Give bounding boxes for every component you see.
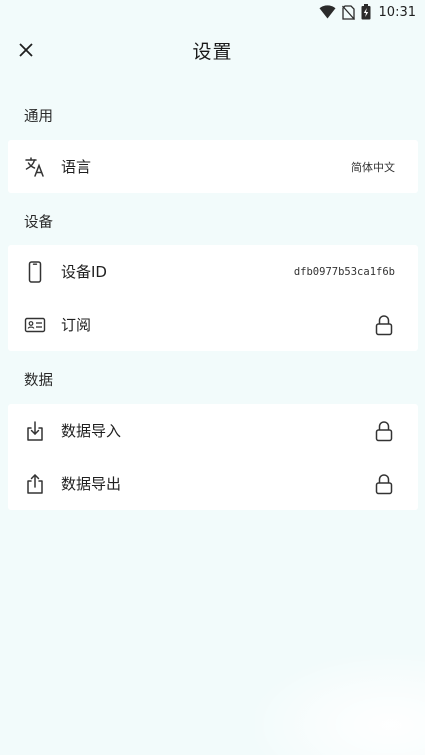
card-device: 设备ID dfb0977b53ca1f6b 订阅 — [8, 245, 418, 351]
battery-charging-icon — [361, 4, 371, 20]
settings-item-label: 数据导出 — [61, 475, 122, 493]
settings-item-label: 设备ID — [61, 263, 107, 281]
lock-icon — [374, 314, 394, 336]
wifi-icon — [319, 5, 336, 19]
section-header-general: 通用 — [24, 109, 53, 125]
settings-item-data-import[interactable]: 数据导入 — [8, 404, 418, 457]
phone-icon — [24, 260, 46, 283]
status-time: 10:31 — [378, 4, 416, 20]
settings-screen: 10:31 设置 通用 语言 简体中文 设备 设备ID dfb0977b53ca… — [0, 0, 425, 755]
background-glow — [255, 655, 425, 755]
translate-icon — [24, 156, 46, 178]
settings-item-device-id[interactable]: 设备ID dfb0977b53ca1f6b — [8, 245, 418, 298]
lock-icon — [374, 420, 394, 442]
export-icon — [24, 473, 46, 495]
settings-item-label: 订阅 — [61, 316, 92, 334]
status-bar: 10:31 — [0, 0, 425, 24]
language-value: 简体中文 — [351, 160, 395, 174]
card-general: 语言 简体中文 — [8, 140, 418, 193]
no-sim-icon — [341, 4, 355, 20]
settings-item-data-export[interactable]: 数据导出 — [8, 457, 418, 510]
section-header-device: 设备 — [24, 215, 53, 231]
import-icon — [24, 420, 46, 442]
settings-item-label: 语言 — [61, 158, 92, 176]
app-bar: 设置 — [0, 24, 425, 76]
settings-item-language[interactable]: 语言 简体中文 — [8, 140, 418, 193]
device-id-value: dfb0977b53ca1f6b — [293, 265, 395, 278]
settings-item-label: 数据导入 — [61, 422, 122, 440]
settings-item-subscription[interactable]: 订阅 — [8, 298, 418, 351]
id-card-icon — [24, 314, 46, 336]
page-title: 设置 — [192, 41, 233, 63]
lock-icon — [374, 473, 394, 495]
section-header-data: 数据 — [24, 373, 53, 389]
card-data: 数据导入 数据导出 — [8, 404, 418, 510]
